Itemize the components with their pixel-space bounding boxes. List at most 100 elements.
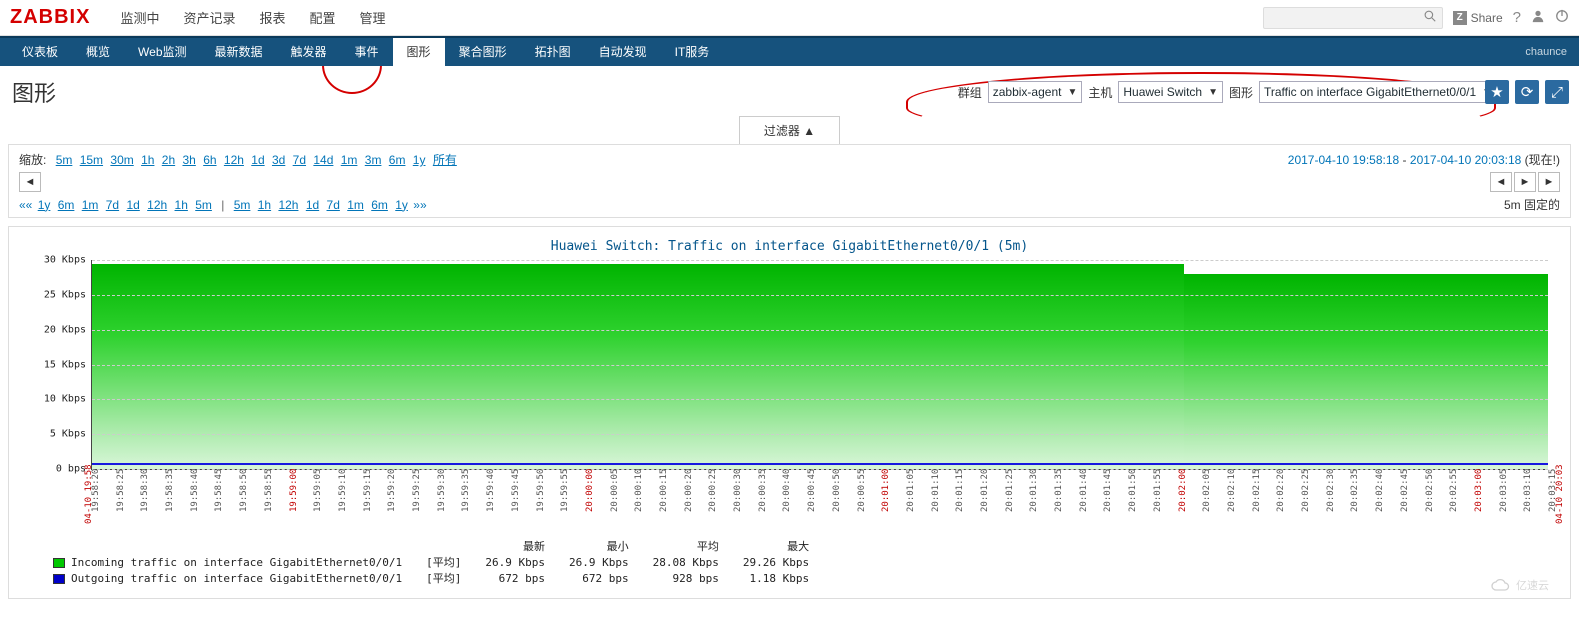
filter-controls: 群组 zabbix-agent▼ 主机 Huawei Switch▼ 图形 Tr… [958, 81, 1509, 103]
zoom-option[interactable]: 3h [182, 153, 195, 167]
shift-left-option[interactable]: 1h [175, 198, 188, 212]
x-edge-label: 04-10 20:03 [1555, 464, 1565, 524]
zoom-option[interactable]: 1y [413, 153, 426, 167]
sub-nav-item[interactable]: 仪表板 [8, 38, 72, 66]
x-tick-label: 20:01:20 [980, 469, 990, 512]
x-tick-label: 20:01:15 [955, 469, 965, 512]
share-button[interactable]: Z Share [1453, 11, 1503, 25]
time-from[interactable]: 2017-04-10 19:58:18 [1288, 153, 1399, 167]
zoom-option[interactable]: 2h [162, 153, 175, 167]
filter-group-label: 群组 [958, 84, 982, 101]
x-tick-label: 19:58:25 [116, 469, 126, 512]
filter-graph-select[interactable]: Traffic on interface GigabitEthernet0/0/… [1259, 81, 1509, 103]
x-tick-label: 20:01:35 [1054, 469, 1064, 512]
x-tick-label: 20:02:05 [1202, 469, 1212, 512]
zoom-option[interactable]: 3d [272, 153, 285, 167]
zoom-option[interactable]: 6m [389, 153, 406, 167]
filter-host-select[interactable]: Huawei Switch▼ [1118, 81, 1223, 103]
time-range: 2017-04-10 19:58:18 - 2017-04-10 20:03:1… [1288, 151, 1560, 168]
scroll-left-button[interactable]: ◄ [19, 172, 41, 192]
x-tick-label: 20:00:15 [659, 469, 669, 512]
title-row: 图形 群组 zabbix-agent▼ 主机 Huawei Switch▼ 图形… [0, 66, 1579, 116]
zoom-option[interactable]: 7d [293, 153, 306, 167]
filter-toggle[interactable]: 过滤器 ▲ [739, 116, 840, 144]
y-tick-label: 0 bps [28, 464, 86, 475]
shift-right-option[interactable]: 1y [395, 198, 408, 212]
zoom-option[interactable]: 3m [365, 153, 382, 167]
zoom-option[interactable]: 5m [56, 153, 73, 167]
x-tick-label: 20:00:55 [857, 469, 867, 512]
legend-swatch [53, 574, 65, 584]
sub-nav-item[interactable]: 最新数据 [201, 38, 277, 66]
shift-left-option[interactable]: 1y [38, 198, 51, 212]
main-nav-item[interactable]: 报表 [247, 8, 297, 27]
shift-right-option[interactable]: 1m [347, 198, 364, 212]
shift-right-option[interactable]: 12h [278, 198, 298, 212]
filter-group-select[interactable]: zabbix-agent▼ [988, 81, 1083, 103]
x-tick-label: 19:58:50 [239, 469, 249, 512]
shift-left-option[interactable]: 6m [58, 198, 75, 212]
sub-nav-item[interactable]: 概览 [72, 38, 124, 66]
x-tick-label: 20:03:10 [1523, 469, 1533, 512]
sub-nav-item[interactable]: 聚合图形 [445, 38, 521, 66]
help-icon[interactable]: ? [1513, 9, 1521, 26]
x-tick-label: 19:58:40 [190, 469, 200, 512]
y-tick-label: 10 Kbps [28, 394, 86, 405]
time-to[interactable]: 2017-04-10 20:03:18 [1410, 153, 1521, 167]
shift-left-option[interactable]: 1d [126, 198, 139, 212]
search-input[interactable] [1263, 7, 1443, 29]
main-nav-item[interactable]: 配置 [298, 8, 348, 27]
x-tick-label: 19:59:00 [289, 469, 299, 512]
zoom-option[interactable]: 1d [251, 153, 264, 167]
main-nav-item[interactable]: 监测中 [108, 8, 171, 27]
scroll-right-small-button[interactable]: ► [1514, 172, 1536, 192]
x-tick-label: 19:59:25 [412, 469, 422, 512]
shift-right-option[interactable]: 5m [234, 198, 251, 212]
x-tick-label: 20:01:45 [1103, 469, 1113, 512]
x-tick-label: 20:01:40 [1079, 469, 1089, 512]
sub-nav-item[interactable]: 图形 [393, 38, 445, 66]
sub-nav-item[interactable]: IT服务 [661, 38, 724, 66]
x-tick-label: 19:59:05 [313, 469, 323, 512]
scroll-left-small-button[interactable]: ◄ [1490, 172, 1512, 192]
shift-left-option[interactable]: 5m [195, 198, 212, 212]
main-nav-item[interactable]: 资产记录 [171, 8, 247, 27]
sub-nav-item[interactable]: 事件 [341, 38, 393, 66]
zoom-option[interactable]: 30m [110, 153, 133, 167]
logo[interactable]: ZABBIX [10, 6, 90, 29]
main-nav-item[interactable]: 管理 [348, 8, 398, 27]
fullscreen-button[interactable]: ⤢ [1545, 80, 1569, 104]
zoom-option[interactable]: 15m [80, 153, 103, 167]
user-icon[interactable] [1531, 9, 1545, 27]
shift-right-option[interactable]: 6m [371, 198, 388, 212]
zoom-label: 缩放: [19, 153, 46, 167]
refresh-button[interactable]: ⟳ [1515, 80, 1539, 104]
sub-nav-item[interactable]: 自动发现 [585, 38, 661, 66]
x-tick-label: 19:59:15 [363, 469, 373, 512]
sub-nav-item[interactable]: 触发器 [277, 38, 341, 66]
legend-swatch [53, 558, 65, 568]
sub-nav-item[interactable]: Web监测 [124, 38, 200, 66]
zoom-option[interactable]: 1m [341, 153, 358, 167]
x-tick-label: 20:00:20 [684, 469, 694, 512]
x-tick-label: 19:58:55 [264, 469, 274, 512]
page-title: 图形 [12, 76, 56, 108]
sub-nav-item[interactable]: 拓扑图 [521, 38, 585, 66]
logout-icon[interactable] [1555, 9, 1569, 27]
chart-plot-area[interactable]: 0 bps5 Kbps10 Kbps15 Kbps20 Kbps25 Kbps3… [91, 260, 1548, 470]
shift-right-option[interactable]: 7d [327, 198, 340, 212]
shift-right-option[interactable]: 1h [258, 198, 271, 212]
shift-left-option[interactable]: 12h [147, 198, 167, 212]
shift-left-option[interactable]: 1m [82, 198, 99, 212]
zoom-option[interactable]: 1h [141, 153, 154, 167]
current-user[interactable]: chaunce [1525, 46, 1567, 58]
scroll-right-button[interactable]: ► [1538, 172, 1560, 192]
zoom-option[interactable]: 14d [313, 153, 333, 167]
zoom-option[interactable]: 所有 [433, 153, 457, 167]
shift-left-option[interactable]: 7d [106, 198, 119, 212]
zoom-option[interactable]: 12h [224, 153, 244, 167]
x-tick-label: 20:02:20 [1276, 469, 1286, 512]
favorite-button[interactable]: ★ [1485, 80, 1509, 104]
zoom-option[interactable]: 6h [203, 153, 216, 167]
shift-right-option[interactable]: 1d [306, 198, 319, 212]
